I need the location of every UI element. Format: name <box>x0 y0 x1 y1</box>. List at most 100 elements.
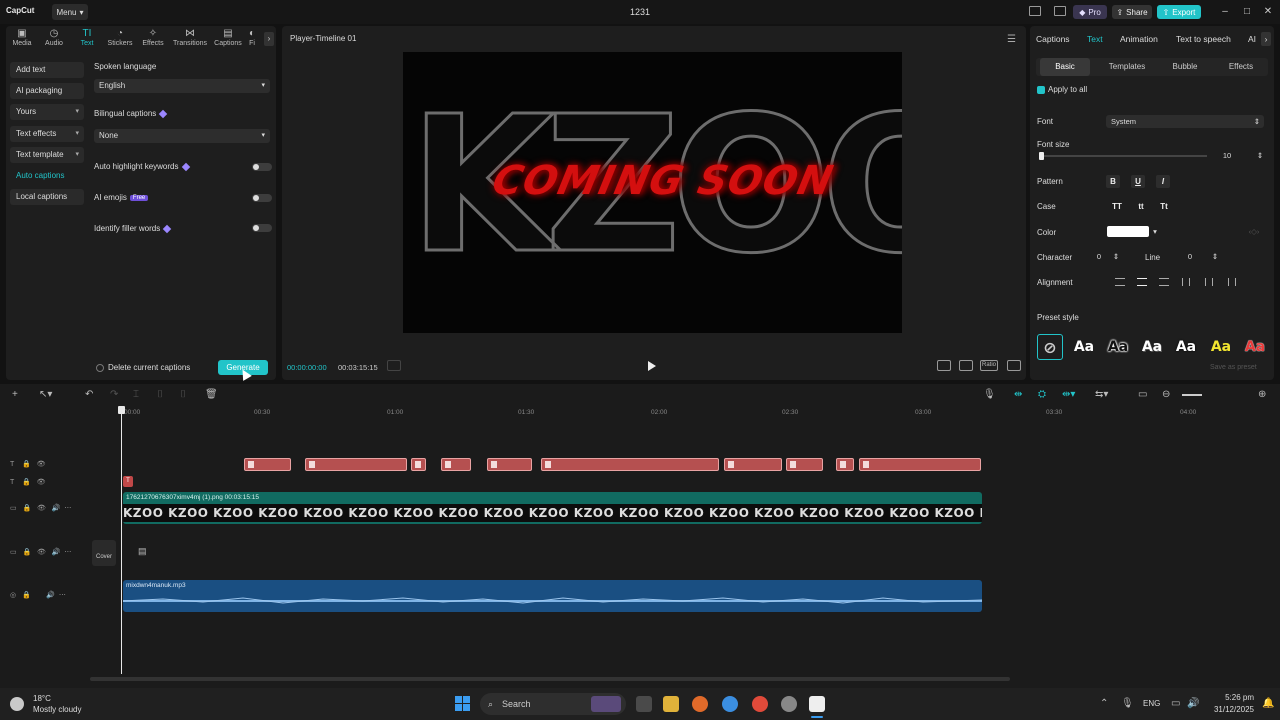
track-controls-text[interactable]: T 🔒 👁 <box>10 460 46 468</box>
vertical-center-icon[interactable] <box>1205 278 1213 286</box>
cover-button[interactable]: Cover <box>92 540 116 566</box>
chrome-icon[interactable] <box>722 696 738 712</box>
subtab-basic[interactable]: Basic <box>1040 58 1090 76</box>
nav-auto-captions[interactable]: Auto captions <box>10 168 84 184</box>
highlight-keywords-toggle[interactable] <box>252 163 272 171</box>
cloud-icon[interactable] <box>10 697 24 711</box>
zoom-slider[interactable] <box>1182 394 1202 396</box>
play-icon[interactable] <box>648 361 656 371</box>
track-controls-video[interactable]: ▭ 🔒 👁 🔊 ⋯ <box>10 504 71 512</box>
align-center-icon[interactable] <box>1137 278 1147 286</box>
stepper-icon[interactable]: ⇕ <box>1211 251 1219 263</box>
nav-text-template[interactable]: Text template ▾ <box>10 147 84 163</box>
caption-clip[interactable] <box>411 458 426 471</box>
font-size-slider[interactable] <box>1039 155 1207 157</box>
font-size-slider-handle[interactable] <box>1039 152 1044 160</box>
delete-captions-option[interactable]: Delete current captions <box>96 363 190 372</box>
clock-date[interactable]: 31/12/2025 <box>1206 705 1254 714</box>
volume-icon[interactable]: 🔊 <box>1187 698 1199 709</box>
audio-clip[interactable]: mixdwn4manuk.mp3 <box>123 580 982 612</box>
video-clip[interactable]: 17621270676307ximv4mj (1).png 00:03:15:1… <box>123 492 982 524</box>
crop-icon[interactable] <box>959 360 973 371</box>
select-tool-icon[interactable]: ↖▾ <box>39 389 52 400</box>
tab-text-right[interactable]: Text <box>1087 34 1103 44</box>
preset-style-1[interactable]: Aa <box>1071 334 1097 360</box>
caption-clip[interactable] <box>305 458 407 471</box>
uppercase-button[interactable]: TT <box>1108 200 1126 213</box>
lowercase-button[interactable]: tt <box>1133 200 1149 213</box>
text-marker-icon[interactable]: T <box>123 476 133 487</box>
caption-clip[interactable] <box>786 458 823 471</box>
caption-clip[interactable] <box>244 458 291 471</box>
caption-clip[interactable] <box>541 458 719 471</box>
checkbox-icon[interactable] <box>96 363 104 372</box>
line-value[interactable]: 0 <box>1183 251 1197 263</box>
linkage-icon[interactable]: ⇹▾ <box>1062 389 1075 400</box>
preset-style-5[interactable]: Aa <box>1208 334 1234 360</box>
tab-animation[interactable]: Animation <box>1120 34 1158 44</box>
tab-audio[interactable]: ◷ Audio <box>38 28 70 50</box>
file-explorer-icon[interactable] <box>663 696 679 712</box>
search-highlight-icon[interactable] <box>591 696 621 712</box>
tab-captions[interactable]: ▤ Captions <box>212 28 244 50</box>
weather-temp[interactable]: 18°C <box>33 694 51 703</box>
chevron-down-icon[interactable]: ▾ <box>1151 226 1159 238</box>
notification-icon[interactable]: 🔔 <box>1262 698 1274 709</box>
clock-time[interactable]: 5:26 pm <box>1216 693 1254 702</box>
chevron-up-icon[interactable]: ⌃ <box>1100 698 1108 709</box>
track-controls-text2[interactable]: T 🔒 👁 <box>10 478 46 486</box>
subtab-bubble[interactable]: Bubble <box>1160 58 1210 76</box>
split-left-icon[interactable]: ⌷ <box>157 389 163 400</box>
bilingual-select[interactable]: None ▾ <box>94 129 270 143</box>
minimize-icon[interactable]: – <box>1217 4 1233 20</box>
fullscreen-icon[interactable] <box>1007 360 1021 371</box>
tab-text-to-speech[interactable]: Text to speech <box>1176 34 1231 44</box>
weather-desc[interactable]: Mostly cloudy <box>33 705 81 714</box>
tab-filters[interactable]: ◐ Fi <box>244 28 260 50</box>
task-view-icon[interactable] <box>636 696 652 712</box>
timeline-scrollbar[interactable] <box>90 677 1010 681</box>
zoom-out-icon[interactable]: ⊖ <box>1162 389 1170 400</box>
caption-clip[interactable] <box>441 458 471 471</box>
auto-snap-icon[interactable]: ⛭ <box>1038 389 1046 400</box>
nav-ai-packaging[interactable]: AI packaging <box>10 83 84 99</box>
underline-button[interactable]: U <box>1131 175 1145 188</box>
tab-effects[interactable]: ✧ Effects <box>137 28 169 50</box>
microphone-icon[interactable]: 🎙 <box>1121 698 1134 709</box>
stepper-icon[interactable]: ⇕ <box>1256 150 1264 162</box>
capcut-taskbar-icon[interactable] <box>809 696 825 712</box>
preview-axis-icon[interactable]: ⇆▾ <box>1095 389 1108 400</box>
align-left-icon[interactable] <box>1115 278 1125 286</box>
delete-icon[interactable]: 🗑 <box>205 389 218 400</box>
tab-stickers[interactable]: ◔ Stickers <box>104 28 136 50</box>
preset-style-6[interactable]: Aa <box>1242 334 1268 360</box>
shortcuts-icon[interactable] <box>1054 6 1066 16</box>
ratio-button[interactable]: Ratio <box>980 360 998 371</box>
caption-clip[interactable] <box>724 458 782 471</box>
subtab-effects[interactable]: Effects <box>1216 58 1266 76</box>
vertical-bottom-icon[interactable] <box>1228 278 1236 286</box>
nav-add-text[interactable]: Add text <box>10 62 84 78</box>
pro-button[interactable]: ◆ Pro <box>1073 5 1107 19</box>
hamburger-icon[interactable]: ☰ <box>1007 34 1016 45</box>
preset-style-3[interactable]: Aa <box>1139 334 1165 360</box>
align-right-icon[interactable] <box>1159 278 1169 286</box>
zoom-in-icon[interactable]: ⊕ <box>1258 389 1266 400</box>
tab-ai[interactable]: AI <box>1248 34 1256 44</box>
nav-yours[interactable]: Yours ▾ <box>10 104 84 120</box>
track-controls-audio[interactable]: ◎ 🔒 🔊 ⋯ <box>10 591 66 599</box>
preset-style-4[interactable]: Aa <box>1173 334 1199 360</box>
chrome-profile-icon[interactable] <box>752 696 768 712</box>
maximize-icon[interactable]: □ <box>1239 4 1255 20</box>
split-icon[interactable]: ⌶ <box>133 389 139 400</box>
apply-to-all-option[interactable]: Apply to all <box>1037 85 1087 94</box>
spoken-language-select[interactable]: English ▾ <box>94 79 270 93</box>
nav-text-effects[interactable]: Text effects ▾ <box>10 126 84 142</box>
chevron-right-icon[interactable]: › <box>1261 32 1271 46</box>
timecode-mode-icon[interactable] <box>387 360 401 371</box>
caption-clip[interactable] <box>836 458 854 471</box>
windows-start-icon[interactable] <box>455 696 471 712</box>
main-track-link-icon[interactable]: ⇹ <box>1014 389 1022 400</box>
undo-icon[interactable]: ↶ <box>85 389 93 400</box>
share-button[interactable]: ⇪ Share <box>1112 5 1152 19</box>
